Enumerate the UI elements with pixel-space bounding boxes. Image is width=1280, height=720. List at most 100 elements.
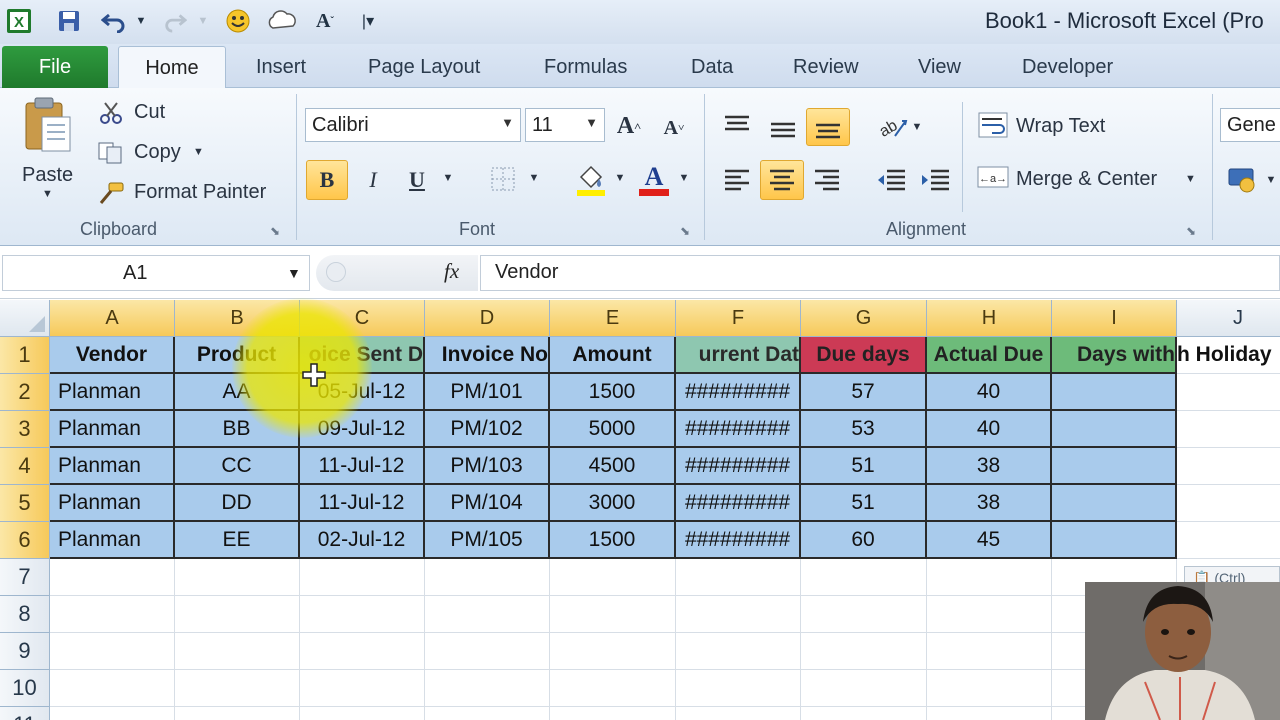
table-cell-current[interactable]: ######### [676,411,801,448]
table-cell-actual[interactable]: 40 [927,374,1052,411]
header-cell-a[interactable]: Vendor [50,337,175,374]
tab-file[interactable]: File [2,46,108,88]
font-size-icon[interactable]: Aˇ [312,6,338,36]
table-cell-sent[interactable]: 02-Jul-12 [300,522,425,559]
table-cell-invoice[interactable]: PM/105 [425,522,550,559]
table-cell[interactable] [300,559,425,596]
table-cell-product[interactable]: EE [175,522,300,559]
table-cell[interactable] [801,596,927,633]
merge-center-button[interactable]: Merge & Center [1016,168,1157,191]
row-header-2[interactable]: 2 [0,374,50,411]
fill-color-dropdown-icon[interactable]: ▼ [612,168,628,188]
table-cell[interactable] [425,670,550,707]
table-cell[interactable] [175,633,300,670]
table-cell[interactable] [1177,485,1280,522]
table-cell[interactable] [175,596,300,633]
table-cell[interactable] [550,596,676,633]
column-header-j[interactable]: J [1177,300,1280,337]
smiley-icon[interactable] [222,6,254,36]
name-box[interactable]: A1 ▼ [2,255,310,291]
table-cell-due[interactable]: 60 [801,522,927,559]
merge-center-dropdown-icon[interactable]: ▼ [1185,173,1196,185]
table-cell[interactable] [676,670,801,707]
table-cell-current[interactable]: ######### [676,485,801,522]
tab-page-layout[interactable]: Page Layout [368,56,480,79]
table-cell-amount[interactable]: 1500 [550,374,676,411]
table-cell-actual[interactable]: 38 [927,448,1052,485]
table-cell-product[interactable]: DD [175,485,300,522]
format-painter-button[interactable]: Format Painter [134,181,266,204]
tab-view[interactable]: View [918,56,961,79]
underline-dropdown-icon[interactable]: ▼ [440,168,456,188]
column-header-b[interactable]: B [175,300,300,337]
table-cell-product[interactable]: AA [175,374,300,411]
column-header-d[interactable]: D [425,300,550,337]
table-cell[interactable] [801,670,927,707]
table-cell-current[interactable]: ######### [676,522,801,559]
tab-review[interactable]: Review [793,56,859,79]
decrease-indent-icon[interactable] [872,162,910,198]
table-cell[interactable] [175,670,300,707]
tab-home[interactable]: Home [118,46,226,89]
table-cell-amount[interactable]: 3000 [550,485,676,522]
orientation-icon[interactable]: ab [874,110,910,144]
column-header-a[interactable]: A [50,300,175,337]
tab-formulas[interactable]: Formulas [544,56,627,79]
table-cell[interactable] [175,559,300,596]
header-cell-d[interactable]: Invoice No [425,337,550,374]
header-cell-g[interactable]: Due days [801,337,927,374]
table-cell[interactable] [676,707,801,720]
select-all-button[interactable] [0,300,50,337]
table-cell[interactable] [425,559,550,596]
header-cell-b[interactable]: Product [175,337,300,374]
table-cell[interactable] [300,707,425,720]
table-cell-invoice[interactable]: PM/102 [425,411,550,448]
table-cell-current[interactable]: ######### [676,374,801,411]
table-cell[interactable] [1177,411,1280,448]
paste-dropdown-icon[interactable]: ▼ [42,188,53,200]
table-cell[interactable] [550,670,676,707]
row-header-1[interactable]: 1 [0,337,50,374]
header-cell-e[interactable]: Amount [550,337,676,374]
font-color-dropdown-icon[interactable]: ▼ [676,168,692,188]
table-cell-amount[interactable]: 5000 [550,411,676,448]
table-cell[interactable] [927,670,1052,707]
table-cell-invoice[interactable]: PM/104 [425,485,550,522]
table-cell-days-with-holiday[interactable] [1052,522,1177,559]
table-cell[interactable] [1177,448,1280,485]
column-header-f[interactable]: F [676,300,801,337]
row-header-9[interactable]: 9 [0,633,50,670]
table-cell[interactable] [676,633,801,670]
table-cell[interactable] [676,559,801,596]
header-cell-j[interactable]: h Holiday [1177,337,1280,374]
table-cell-actual[interactable]: 45 [927,522,1052,559]
table-cell-vendor[interactable]: Planman [50,411,175,448]
header-cell-h[interactable]: Actual Due [927,337,1052,374]
table-cell-vendor[interactable]: Planman [50,448,175,485]
table-cell-vendor[interactable]: Planman [50,485,175,522]
header-cell-i[interactable]: Days with [1052,337,1177,374]
copy-dropdown-icon[interactable]: ▼ [193,146,204,158]
table-cell[interactable] [676,596,801,633]
table-cell[interactable] [801,559,927,596]
customize-toolbar-icon[interactable]: |▾ [356,6,380,36]
table-cell[interactable] [50,596,175,633]
copy-button[interactable]: Copy [134,141,181,164]
table-cell[interactable] [425,633,550,670]
align-top-icon[interactable] [718,110,756,142]
number-format-select[interactable]: Gene [1220,108,1280,142]
column-header-c[interactable]: C [300,300,425,337]
cloud-icon[interactable] [264,6,300,36]
table-cell[interactable] [425,596,550,633]
table-cell-sent[interactable]: 11-Jul-12 [300,448,425,485]
table-cell-vendor[interactable]: Planman [50,374,175,411]
save-icon[interactable] [52,6,86,36]
table-cell[interactable] [300,596,425,633]
header-cell-c[interactable]: oice Sent D [300,337,425,374]
row-header-10[interactable]: 10 [0,670,50,707]
table-cell-due[interactable]: 51 [801,448,927,485]
table-cell-sent[interactable]: 05-Jul-12 [300,374,425,411]
row-header-11[interactable]: 11 [0,707,50,720]
table-cell[interactable] [927,596,1052,633]
table-cell-actual[interactable]: 40 [927,411,1052,448]
